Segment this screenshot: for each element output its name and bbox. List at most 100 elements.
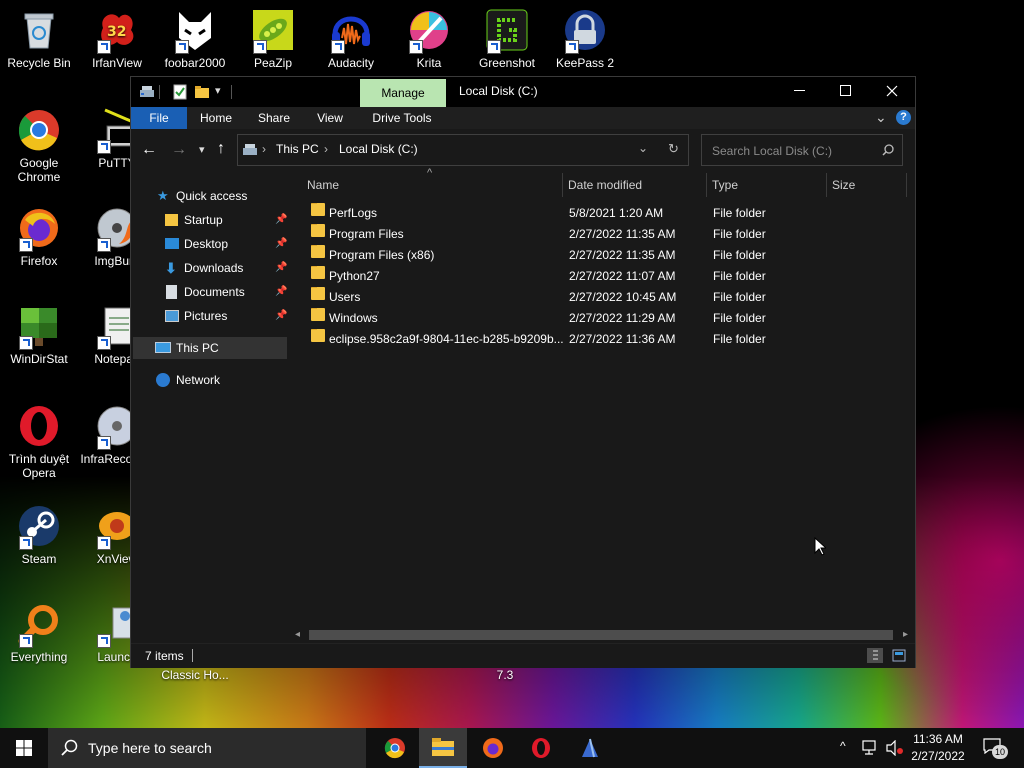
peazip-shortcut[interactable]: PeaZip — [234, 8, 312, 70]
foobar2000-shortcut[interactable]: foobar2000 — [156, 8, 234, 70]
nav-network[interactable]: Network — [131, 369, 291, 391]
tab-drive-tools[interactable]: Drive Tools — [363, 107, 441, 129]
nav-documents[interactable]: Documents 📌 — [131, 281, 291, 303]
system-clock[interactable]: 11:36 AM 2/27/2022 — [906, 731, 970, 765]
table-row[interactable]: Program Files (x86) 2/27/2022 11:35 AM F… — [305, 245, 905, 266]
taskbar-search-box[interactable]: Type here to search — [48, 728, 366, 768]
recycle-bin-shortcut[interactable]: Recycle Bin — [0, 8, 78, 70]
everything-shortcut[interactable]: Everything — [0, 602, 78, 664]
details-view-button[interactable] — [867, 648, 883, 663]
scroll-right-icon[interactable]: ▸ — [903, 629, 908, 640]
firefox-shortcut[interactable]: Firefox — [0, 206, 78, 268]
file-type: File folder — [713, 269, 766, 283]
close-button[interactable] — [869, 77, 915, 105]
action-center-button[interactable]: 10 — [980, 736, 1010, 760]
nav-desktop[interactable]: Desktop 📌 — [131, 233, 291, 255]
desktop-folder-icon — [165, 238, 179, 249]
breadcrumb-this-pc[interactable]: This PC — [276, 142, 319, 156]
nav-pictures[interactable]: Pictures 📌 — [131, 305, 291, 327]
column-header-type[interactable]: Type — [712, 173, 822, 197]
network-icon[interactable] — [862, 740, 880, 756]
forward-button[interactable]: → — [171, 141, 187, 159]
nav-startup[interactable]: Startup 📌 — [131, 209, 291, 231]
horizontal-scrollbar[interactable]: ◂ ▸ — [291, 627, 915, 643]
chevron-right-icon[interactable]: › — [262, 142, 266, 156]
desktop-icon-label[interactable]: Classic Ho... — [150, 668, 240, 682]
pin-icon[interactable]: 📌 — [275, 305, 287, 327]
table-row[interactable]: Program Files 2/27/2022 11:35 AM File fo… — [305, 224, 905, 245]
pin-icon[interactable]: 📌 — [275, 233, 287, 255]
new-folder-icon[interactable] — [195, 85, 209, 99]
desktop-icon-label: KeePass 2 — [555, 56, 615, 70]
volume-muted-icon[interactable] — [886, 740, 904, 756]
pin-icon[interactable]: 📌 — [275, 209, 287, 231]
windirstat-shortcut[interactable]: WinDirStat — [0, 304, 78, 366]
taskbar-file-explorer[interactable] — [419, 728, 467, 768]
table-row[interactable]: Python27 2/27/2022 11:07 AM File folder — [305, 266, 905, 287]
scroll-left-icon[interactable]: ◂ — [295, 629, 300, 640]
column-divider[interactable] — [706, 173, 707, 197]
keepass-shortcut[interactable]: KeePass 2 — [546, 8, 624, 70]
chevron-right-icon[interactable]: › — [324, 142, 328, 156]
audacity-shortcut[interactable]: Audacity — [312, 8, 390, 70]
desktop-icon-label[interactable]: 7.3 — [480, 668, 530, 682]
minimize-button[interactable] — [777, 77, 823, 105]
greenshot-shortcut[interactable]: Greenshot — [468, 8, 546, 70]
address-history-icon[interactable]: ⌄ — [638, 141, 648, 155]
keepass-lock-icon — [563, 8, 607, 54]
chrome-shortcut[interactable]: Google Chrome — [0, 108, 78, 184]
irfanview-shortcut[interactable]: 32 IrfanView — [78, 8, 156, 70]
start-button[interactable] — [0, 728, 48, 768]
pin-icon[interactable]: 📌 — [275, 281, 287, 303]
search-box[interactable] — [701, 134, 903, 167]
expand-ribbon-icon[interactable]: ⌄ — [875, 109, 887, 126]
chevron-up-icon[interactable]: ^ — [840, 739, 846, 753]
recent-locations-icon[interactable]: ▾ — [199, 143, 205, 156]
tab-home[interactable]: Home — [191, 107, 241, 129]
file-name: Program Files (x86) — [329, 248, 435, 262]
desktop-icon-label: Steam — [21, 552, 57, 566]
breadcrumb-local-disk[interactable]: Local Disk (C:) — [339, 142, 418, 156]
chevron-down-icon[interactable]: ▾ — [215, 84, 221, 97]
pin-icon[interactable]: 📌 — [275, 257, 287, 279]
steam-shortcut[interactable]: Steam — [0, 504, 78, 566]
table-row[interactable]: eclipse.958c2a9f-9804-11ec-b285-b9209b..… — [305, 329, 905, 350]
up-button[interactable]: ↑ — [217, 140, 225, 158]
title-bar[interactable]: ▾ Manage Local Disk (C:) — [131, 77, 915, 107]
column-divider[interactable] — [906, 173, 907, 197]
tab-share[interactable]: Share — [249, 107, 299, 129]
krita-shortcut[interactable]: Krita — [390, 8, 468, 70]
tab-file[interactable]: File — [131, 107, 187, 129]
column-header-size[interactable]: Size — [832, 173, 902, 197]
column-header-date[interactable]: Date modified — [568, 173, 698, 197]
tab-view[interactable]: View — [305, 107, 355, 129]
nav-this-pc[interactable]: This PC — [133, 337, 287, 359]
column-divider[interactable] — [562, 173, 563, 197]
scrollbar-thumb[interactable] — [309, 630, 893, 640]
help-icon[interactable]: ? — [896, 110, 911, 125]
opera-shortcut[interactable]: Trình duyệt Opera — [0, 404, 78, 480]
column-divider[interactable] — [826, 173, 827, 197]
address-bar[interactable]: › This PC › Local Disk (C:) ⌄ ↻ — [237, 134, 689, 166]
shortcut-arrow-icon — [19, 536, 33, 550]
table-row[interactable]: Users 2/27/2022 10:45 AM File folder — [305, 287, 905, 308]
properties-icon[interactable] — [173, 84, 187, 100]
taskbar-app[interactable] — [566, 728, 614, 768]
large-icons-view-button[interactable] — [891, 648, 907, 663]
taskbar-chrome[interactable] — [371, 728, 419, 768]
back-button[interactable]: ← — [141, 141, 157, 159]
file-name: Python27 — [329, 269, 380, 283]
nav-quick-access[interactable]: ★ Quick access — [131, 185, 291, 207]
folder-icon — [432, 738, 454, 756]
table-row[interactable]: PerfLogs 5/8/2021 1:20 AM File folder — [305, 203, 905, 224]
taskbar-opera[interactable] — [517, 728, 565, 768]
maximize-button[interactable] — [823, 77, 869, 105]
nav-downloads[interactable]: ⬇ Downloads 📌 — [131, 257, 291, 279]
table-row[interactable]: Windows 2/27/2022 11:29 AM File folder — [305, 308, 905, 329]
search-input[interactable] — [710, 135, 879, 167]
tab-manage[interactable]: Manage — [360, 79, 446, 107]
column-header-name[interactable]: Name — [307, 173, 557, 197]
firefox-icon — [483, 738, 503, 758]
taskbar-firefox[interactable] — [469, 728, 517, 768]
refresh-icon[interactable]: ↻ — [668, 141, 679, 157]
